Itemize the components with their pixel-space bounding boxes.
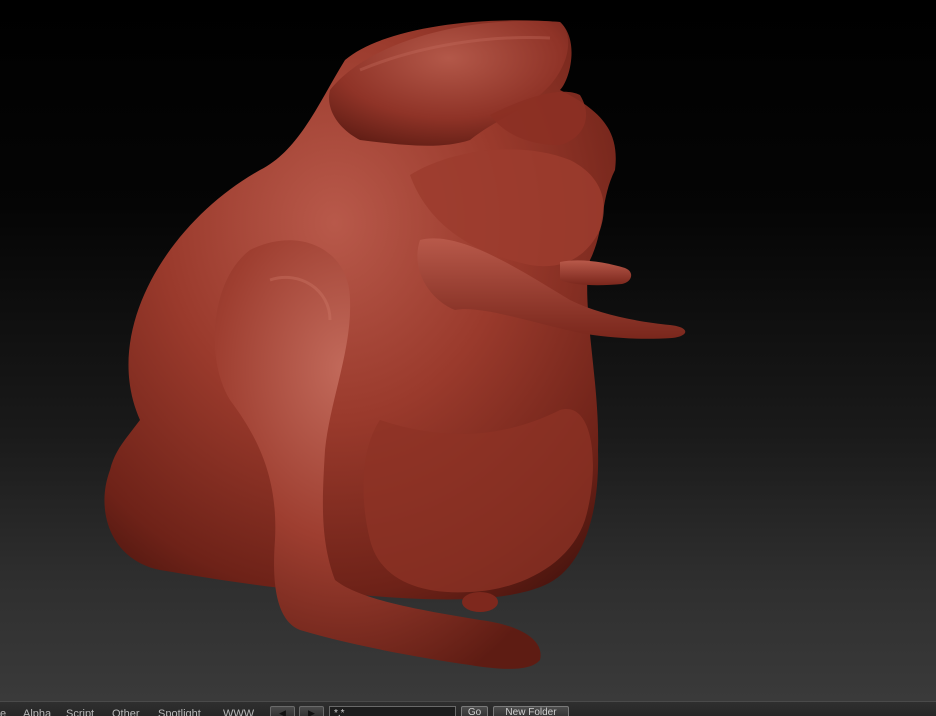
next-button[interactable]: ▶: [299, 706, 324, 716]
arrow-left-icon: ◀: [279, 708, 286, 716]
search-input[interactable]: [329, 706, 456, 716]
tab-e[interactable]: e: [0, 708, 6, 716]
new-folder-button[interactable]: New Folder: [493, 706, 569, 716]
arrow-right-icon: ▶: [308, 708, 315, 716]
tab-script[interactable]: Script: [66, 708, 94, 716]
tab-www[interactable]: WWW: [223, 708, 254, 716]
lightbox-bar: e Alpha Script Other Spotlight WWW ◀ ▶ G…: [0, 701, 936, 716]
go-button[interactable]: Go: [461, 706, 488, 716]
tab-alpha[interactable]: Alpha: [23, 708, 51, 716]
tab-spotlight[interactable]: Spotlight: [158, 708, 201, 716]
tab-other[interactable]: Other: [112, 708, 140, 716]
zbrush-window: e Alpha Script Other Spotlight WWW ◀ ▶ G…: [0, 0, 936, 716]
canvas-viewport[interactable]: [0, 0, 936, 701]
prev-button[interactable]: ◀: [270, 706, 295, 716]
sculpt-model: [104, 20, 686, 669]
